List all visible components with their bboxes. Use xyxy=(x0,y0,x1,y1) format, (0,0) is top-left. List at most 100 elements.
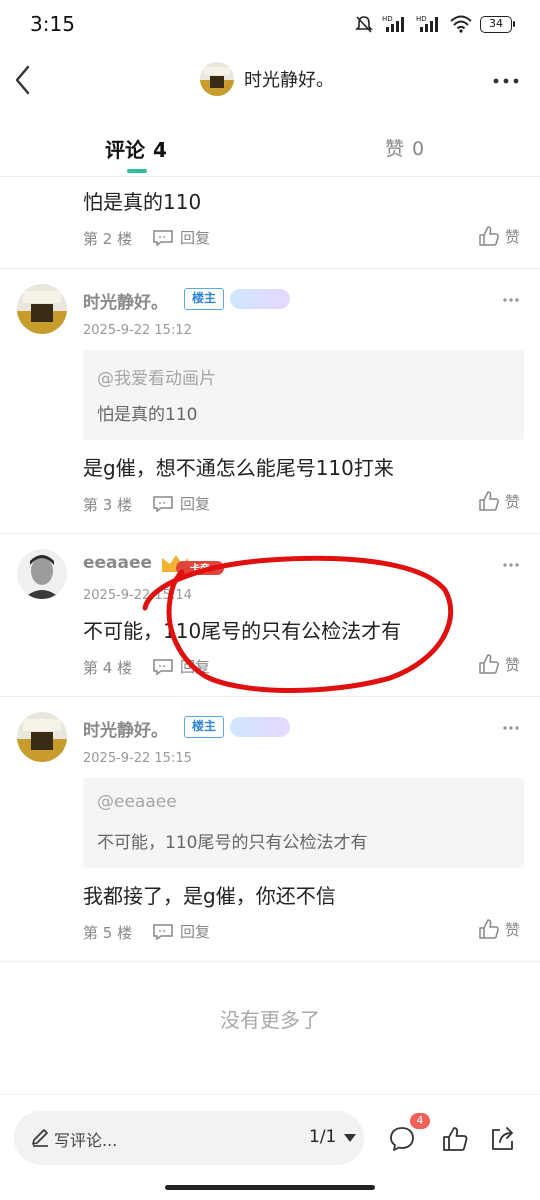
thumb-up-icon xyxy=(479,491,499,511)
quoted-text: 不可能，110尾号的只有公检法才有 xyxy=(97,833,368,853)
comment-item: 时光静好。 楼主 2025-9-22 15:12 @我爱看动画片 怕是真的110… xyxy=(0,268,540,533)
reply-label: 回复 xyxy=(180,923,211,941)
avatar[interactable] xyxy=(17,284,67,334)
user-name[interactable]: 时光静好。 xyxy=(83,288,168,313)
avatar-image-icon xyxy=(17,549,67,599)
avatar[interactable] xyxy=(17,549,67,599)
pen-icon xyxy=(32,1129,48,1147)
signal-label: HD xyxy=(382,15,393,23)
like-label: 赞 xyxy=(505,655,521,674)
decoration-badge xyxy=(230,717,290,737)
reply-icon xyxy=(153,923,173,940)
thumb-up-icon xyxy=(479,226,499,246)
avatar[interactable] xyxy=(17,712,67,762)
page-title: 时光静好。 xyxy=(244,70,334,91)
reply-icon xyxy=(153,495,173,512)
comment-bubble-icon[interactable] xyxy=(388,1125,416,1153)
quoted-user: @eeaaee xyxy=(97,792,177,812)
reply-button[interactable]: 回复 xyxy=(152,656,210,677)
floor-number: 第 3 楼 xyxy=(83,496,133,514)
header: 时光静好。 xyxy=(0,48,540,114)
share-icon[interactable] xyxy=(488,1125,516,1153)
floor-number: 第 4 楼 xyxy=(83,659,133,677)
back-arrow-icon[interactable] xyxy=(10,62,38,98)
status-icons: HD HD 34 xyxy=(354,14,515,34)
signal-label-2: HD xyxy=(416,15,427,23)
tab-comments[interactable]: 评论 4 xyxy=(105,134,167,163)
divider xyxy=(0,961,540,962)
mute-icon xyxy=(355,16,373,33)
wifi-icon xyxy=(450,15,472,33)
like-button[interactable]: 赞 xyxy=(478,225,520,247)
caret-down-icon[interactable] xyxy=(344,1134,356,1142)
decoration-badge xyxy=(230,289,290,309)
status-time: 3:15 xyxy=(30,12,75,36)
comment-input[interactable]: 写评论... 1/1 xyxy=(14,1111,364,1165)
reply-label: 回复 xyxy=(180,495,211,513)
more-icon[interactable] xyxy=(502,562,520,568)
quoted-user: @我爱看动画片 xyxy=(97,369,216,389)
comment-item: 时光静好。 楼主 2025-9-22 15:15 @eeaaee 不可能，110… xyxy=(0,696,540,961)
reply-label: 回复 xyxy=(180,658,211,676)
thumb-up-icon xyxy=(479,654,499,674)
reply-button[interactable]: 回复 xyxy=(152,493,210,514)
more-icon[interactable] xyxy=(502,725,520,731)
signal-icon-2: HD xyxy=(416,15,438,32)
reply-label: 回复 xyxy=(180,229,211,247)
host-badge: 楼主 xyxy=(184,716,224,738)
tab-likes[interactable]: 赞0 xyxy=(385,134,424,161)
tab-bar: 评论 4 赞0 xyxy=(0,114,540,176)
signal-icon: HD xyxy=(382,15,404,32)
comment-item: 怕是真的110 第 2 楼 回复 赞 xyxy=(0,176,540,268)
tab-comments-label: 评论 xyxy=(105,138,145,162)
floor-number: 第 5 楼 xyxy=(83,924,133,942)
user-name[interactable]: eeaaee xyxy=(83,553,152,573)
floor-number: 第 2 楼 xyxy=(83,230,133,248)
vip-crown-badge: 卡帝 xyxy=(162,555,224,575)
reply-button[interactable]: 回复 xyxy=(152,227,210,248)
comment-time: 2025-9-22 15:14 xyxy=(83,588,192,603)
comment-time: 2025-9-22 15:12 xyxy=(83,323,192,338)
battery-icon: 34 xyxy=(480,15,515,33)
tab-likes-count: 0 xyxy=(412,138,425,160)
comment-body: 怕是真的110 xyxy=(83,190,202,214)
quoted-text: 怕是真的110 xyxy=(97,405,198,425)
tab-comments-count: 4 xyxy=(153,138,167,162)
battery-level: 34 xyxy=(489,16,503,30)
avatar-image-icon xyxy=(17,712,67,762)
like-button[interactable]: 赞 xyxy=(478,918,520,940)
like-button[interactable]: 赞 xyxy=(478,653,520,675)
like-label: 赞 xyxy=(505,227,521,246)
avatar-image-icon xyxy=(200,62,234,96)
more-icon[interactable] xyxy=(502,297,520,303)
quoted-comment[interactable]: @eeaaee 不可能，110尾号的只有公检法才有 xyxy=(83,778,524,868)
more-icon[interactable] xyxy=(492,76,520,86)
comment-item: eeaaee 卡帝 2025-9-22 15:14 不可能，110尾号的只有公检… xyxy=(0,533,540,696)
comment-count-badge: 4 xyxy=(410,1113,430,1129)
status-bar: 3:15 HD HD 34 xyxy=(0,0,540,48)
like-label: 赞 xyxy=(505,920,521,939)
no-more-text: 没有更多了 xyxy=(220,1008,320,1032)
reply-icon xyxy=(153,229,173,246)
header-user[interactable]: 时光静好。 xyxy=(200,62,334,96)
host-badge: 楼主 xyxy=(184,288,224,310)
vip-badge-label: 卡帝 xyxy=(190,562,210,575)
user-name[interactable]: 时光静好。 xyxy=(83,716,168,741)
reply-icon xyxy=(153,658,173,675)
comment-body: 我都接了，是g催，你还不信 xyxy=(83,884,336,908)
bottom-bar: 写评论... 1/1 4 xyxy=(0,1094,540,1200)
thumb-up-icon[interactable] xyxy=(441,1125,469,1153)
like-button[interactable]: 赞 xyxy=(478,490,520,512)
home-indicator[interactable] xyxy=(165,1185,375,1190)
quoted-comment[interactable]: @我爱看动画片 怕是真的110 xyxy=(83,350,524,440)
reply-button[interactable]: 回复 xyxy=(152,921,210,942)
comment-body: 是g催，想不通怎么能尾号110打来 xyxy=(83,456,394,480)
like-label: 赞 xyxy=(505,492,521,511)
thumb-up-icon xyxy=(479,919,499,939)
tab-likes-label: 赞 xyxy=(385,138,405,160)
avatar[interactable] xyxy=(200,62,234,96)
page-indicator[interactable]: 1/1 xyxy=(309,1127,336,1147)
avatar-image-icon xyxy=(17,284,67,334)
comment-placeholder: 写评论... xyxy=(54,1131,118,1150)
comment-body: 不可能，110尾号的只有公检法才有 xyxy=(83,619,402,643)
